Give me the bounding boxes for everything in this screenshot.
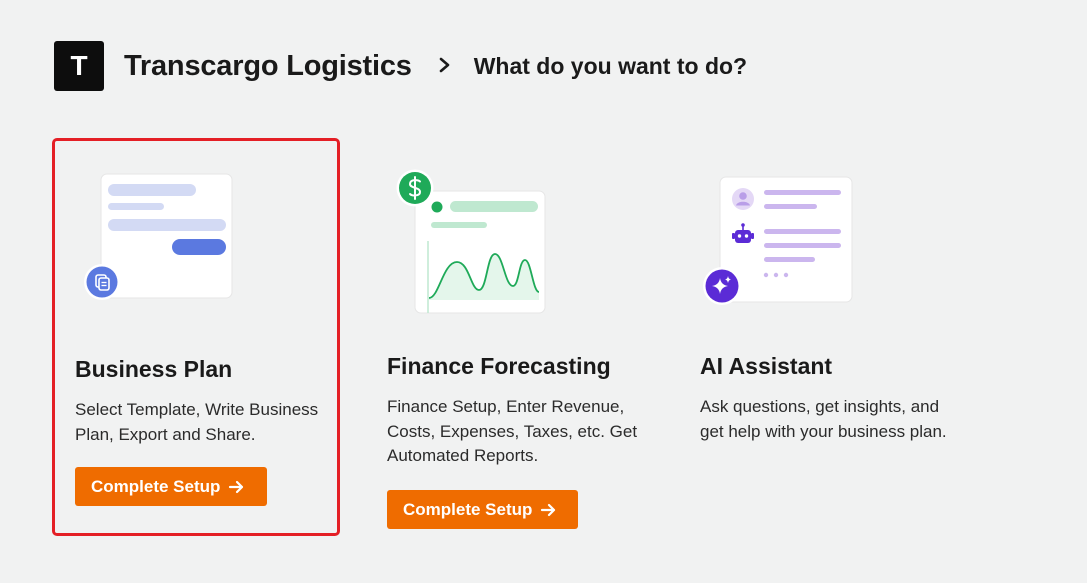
card-title: Finance Forecasting — [387, 353, 611, 379]
button-label: Complete Setup — [91, 476, 221, 496]
sparkle-icon — [703, 267, 741, 305]
finance-forecasting-card[interactable]: Finance Forecasting Finance Setup, Enter… — [364, 138, 652, 536]
company-logo[interactable]: T — [54, 41, 104, 91]
breadcrumb-company-name[interactable]: Transcargo Logistics — [124, 50, 412, 83]
finance-forecasting-illustration — [396, 169, 546, 314]
ai-assistant-illustration — [703, 176, 853, 305]
arrow-right-icon — [541, 503, 556, 516]
document-icon — [84, 264, 120, 300]
business-plan-illustration — [84, 173, 233, 300]
chevron-right-icon — [438, 57, 452, 78]
card-title: AI Assistant — [700, 353, 833, 379]
business-plan-card[interactable]: Business Plan Select Template, Write Bus… — [52, 138, 340, 536]
card-description: Select Template, Write Business Plan, Ex… — [75, 400, 319, 444]
card-description: Finance Setup, Enter Revenue, Costs, Exp… — [387, 397, 638, 465]
dollar-icon — [396, 169, 434, 207]
page-title: What do you want to do? — [473, 52, 748, 79]
ai-assistant-card[interactable]: AI Assistant Ask questions, get insights… — [677, 138, 965, 536]
card-title: Business Plan — [75, 356, 233, 382]
arrow-right-icon — [229, 480, 244, 493]
card-description: Ask questions, get insights, and get hel… — [700, 397, 947, 441]
page-header: T Transcargo Logistics What do you want … — [54, 41, 747, 91]
complete-setup-button[interactable]: Complete Setup — [387, 490, 578, 529]
complete-setup-button[interactable]: Complete Setup — [75, 467, 267, 506]
button-label: Complete Setup — [403, 499, 533, 519]
user-avatar-icon — [732, 188, 754, 210]
